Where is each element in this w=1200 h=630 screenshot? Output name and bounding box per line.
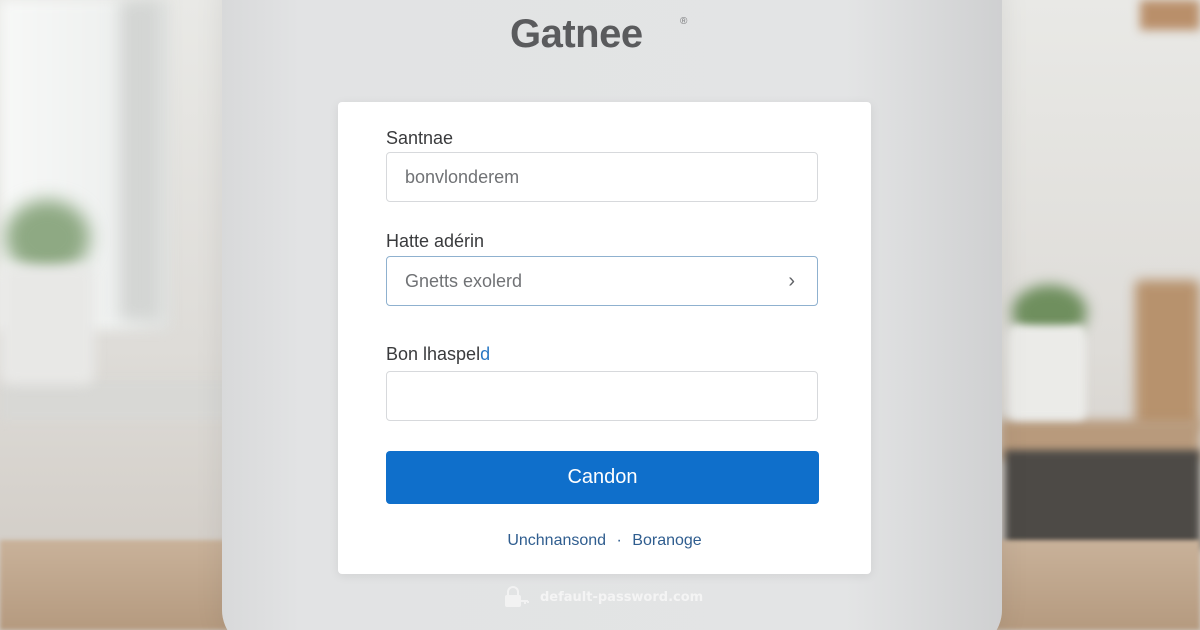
background-wood-box xyxy=(1135,280,1200,430)
background-cabinet xyxy=(1005,450,1200,550)
background-window-frame xyxy=(120,0,160,320)
brand-registered-mark: ® xyxy=(680,16,688,27)
background-plant-left xyxy=(5,200,90,275)
background-windowsill xyxy=(0,380,240,420)
field1-input[interactable]: bonvlonderem xyxy=(386,152,818,202)
footer-link-right[interactable]: Boranoge xyxy=(632,532,701,549)
lock-icon xyxy=(505,586,529,607)
field3-label: Bon lhaspeld xyxy=(386,344,490,365)
footer-links: Unchnansond · Boranoge xyxy=(338,532,871,550)
background-pot-left xyxy=(0,265,95,385)
field3-input[interactable] xyxy=(386,371,818,421)
field2-label: Hatte adérin xyxy=(386,231,485,251)
field3-label-main: Bon lhaspel xyxy=(386,344,481,364)
background-wood-corner xyxy=(1140,0,1200,30)
field3-label-accent: d xyxy=(480,344,491,364)
login-card: Santnae bonvlonderem Hatte adérin Gnetts… xyxy=(338,102,871,574)
router-photo-scene: Gatnee ® Santnae bonvlonderem Hatte adér… xyxy=(0,0,1200,630)
field1-value: bonvlonderem xyxy=(405,167,520,187)
watermark: default-password.com xyxy=(502,585,703,609)
watermark-text: default-password.com xyxy=(540,589,704,605)
field2-select[interactable]: Gnetts exolerd › xyxy=(386,256,818,306)
footer-link-separator: · xyxy=(616,532,622,549)
background-pot-right xyxy=(1008,325,1086,420)
chevron-right-icon: › xyxy=(788,270,795,292)
brand-logo: Gatnee xyxy=(510,12,643,56)
submit-button[interactable]: Candon xyxy=(386,451,819,504)
field2-value: Gnetts exolerd xyxy=(405,271,523,291)
field1-label: Santnae xyxy=(386,128,454,148)
footer-link-left[interactable]: Unchnansond xyxy=(507,532,606,549)
